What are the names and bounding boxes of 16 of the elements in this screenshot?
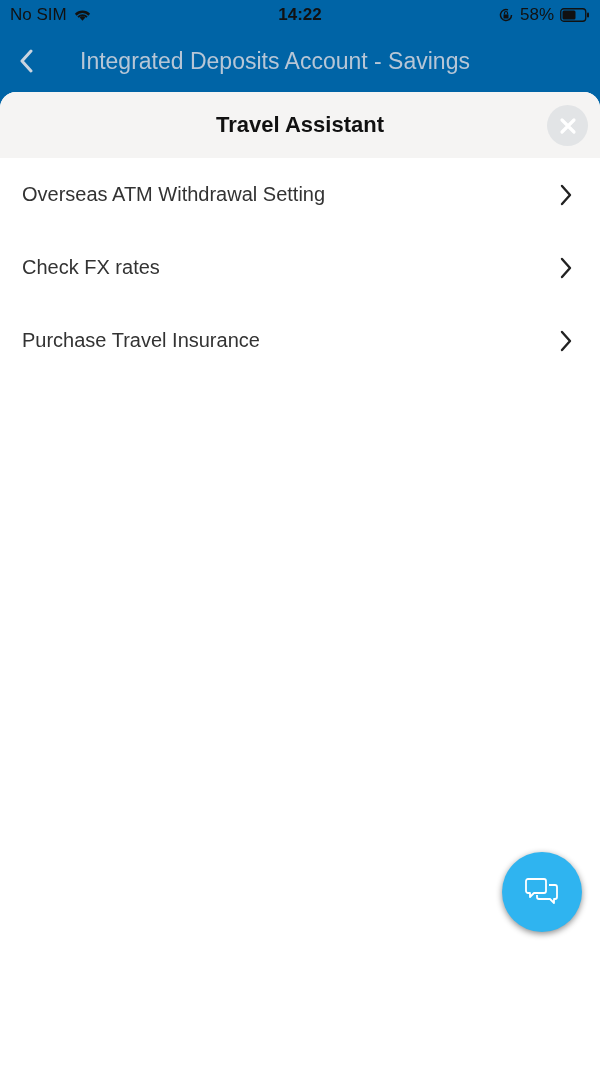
menu-item[interactable]: Check FX rates — [0, 231, 600, 304]
back-chevron-icon — [20, 49, 34, 73]
chevron-icon — [560, 329, 572, 352]
menu-item[interactable]: Purchase Travel Insurance — [0, 304, 600, 377]
chevron-icon — [560, 183, 572, 206]
battery-text: 58% — [519, 5, 554, 25]
sheet-title: Travel Assistant — [216, 112, 384, 138]
carrier-text: No SIM — [10, 5, 67, 25]
rotation-lock-icon — [497, 7, 514, 23]
clock-text: 14:22 — [278, 5, 322, 25]
page-title: Integrated Deposits Account - Savings — [80, 47, 470, 75]
wifi-icon — [72, 8, 92, 22]
battery-icon — [560, 8, 590, 22]
close-button[interactable] — [547, 105, 588, 146]
menu-item[interactable]: Overseas ATM Withdrawal Setting — [0, 158, 600, 231]
chevron-icon — [560, 256, 572, 279]
